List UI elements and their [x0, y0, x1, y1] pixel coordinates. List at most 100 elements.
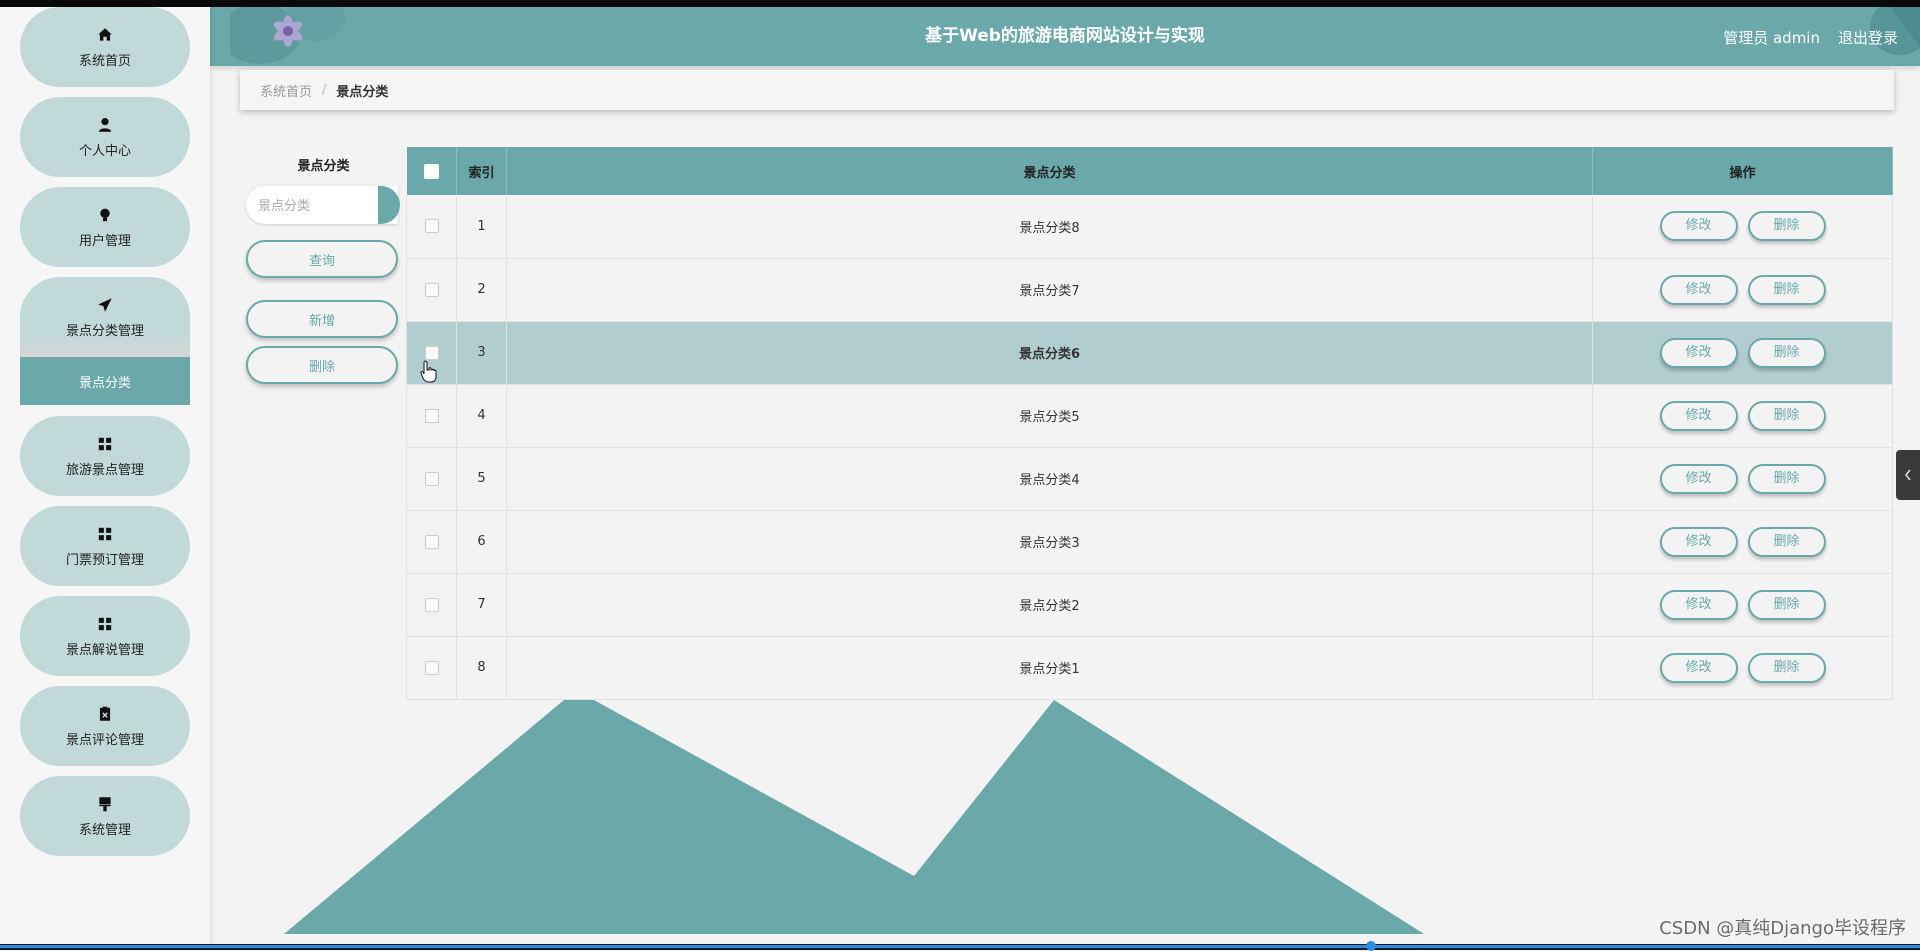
edit-button[interactable]: 修改	[1659, 274, 1738, 305]
breadcrumb-home[interactable]: 系统首页	[260, 81, 312, 100]
table-row[interactable]: 2 景点分类7 修改 删除	[406, 258, 1893, 322]
table-row[interactable]: 1 景点分类8 修改 删除	[406, 195, 1893, 259]
csdn-watermark: CSDN @真纯Django毕设程序	[1659, 918, 1906, 939]
row-name: 景点分类4	[506, 447, 1593, 511]
delete-button[interactable]: 删除	[1747, 526, 1826, 557]
sidebar-item-label: 门票预订管理	[65, 552, 144, 568]
row-checkbox[interactable]	[424, 534, 439, 549]
row-actions: 修改 删除	[1592, 258, 1893, 322]
admin-user-label: 管理员 admin	[1723, 29, 1820, 47]
window-bottom-edge	[0, 941, 1920, 951]
table-row[interactable]: 7 景点分类2 修改 删除	[406, 573, 1893, 637]
row-actions: 修改 删除	[1592, 636, 1893, 700]
collapse-panel-button[interactable]	[1896, 450, 1920, 500]
delete-button[interactable]: 删除	[1747, 274, 1826, 305]
sidebar-item-label: 景点分类管理	[65, 323, 144, 339]
row-checkbox[interactable]	[424, 282, 439, 297]
grid-icon	[98, 617, 112, 630]
edit-button[interactable]: 修改	[1659, 526, 1738, 557]
row-name: 景点分类8	[506, 195, 1593, 259]
breadcrumb-current: 景点分类	[336, 84, 389, 100]
row-name: 景点分类1	[506, 636, 1593, 700]
row-name: 景点分类2	[506, 573, 1593, 637]
select-all-cell	[406, 147, 457, 195]
table-row[interactable]: 3 景点分类6 修改 删除	[406, 321, 1893, 385]
search-label: 景点分类	[297, 159, 350, 174]
row-checkbox[interactable]	[424, 408, 439, 423]
row-index: 7	[456, 573, 507, 637]
row-checkbox[interactable]	[424, 660, 439, 675]
row-actions: 修改 删除	[1592, 573, 1893, 637]
sidebar-item-comments[interactable]: 景点评论管理	[20, 686, 190, 766]
mountain-decoration	[284, 700, 1424, 934]
edit-button[interactable]: 修改	[1659, 337, 1738, 368]
delete-button[interactable]: 删除	[1747, 589, 1826, 620]
bulk-delete-button[interactable]: 删除	[246, 346, 398, 384]
table-row[interactable]: 4 景点分类5 修改 删除	[406, 384, 1893, 448]
edit-button[interactable]: 修改	[1659, 400, 1738, 431]
sidebar-item-label: 景点解说管理	[65, 642, 144, 658]
table-row[interactable]: 5 景点分类4 修改 删除	[406, 447, 1893, 511]
edit-button[interactable]: 修改	[1659, 652, 1738, 683]
row-name: 景点分类7	[506, 258, 1593, 322]
sidebar-item-label: 系统首页	[78, 53, 131, 69]
sidebar-item-guides[interactable]: 景点解说管理	[20, 596, 190, 676]
table-row[interactable]: 8 景点分类1 修改 删除	[406, 636, 1893, 700]
row-checkbox-cell	[406, 447, 457, 511]
row-checkbox[interactable]	[424, 345, 439, 360]
chevron-left-icon	[1904, 469, 1911, 481]
progress-bar	[0, 945, 1920, 948]
row-checkbox-cell	[406, 258, 457, 322]
row-checkbox[interactable]	[424, 471, 439, 486]
sidebar: 系统首页 个人中心 用户管理 景点分类管理 景点分类 旅游景点管理 门票预订管理…	[0, 7, 210, 944]
row-actions: 修改 删除	[1592, 384, 1893, 448]
row-actions: 修改 删除	[1592, 510, 1893, 574]
top-header: 基于Web的旅游电商网站设计与实现 管理员 admin 退出登录	[210, 7, 1920, 66]
sidebar-item-home[interactable]: 系统首页	[20, 7, 190, 87]
window-top-edge	[0, 0, 1920, 7]
sidebar-item-users[interactable]: 用户管理	[20, 187, 190, 267]
delete-button[interactable]: 删除	[1747, 211, 1826, 242]
sidebar-subitem-category[interactable]: 景点分类	[20, 357, 190, 405]
home-icon	[98, 27, 112, 41]
category-table: 索引 景点分类 操作 1 景点分类8 修改 删除 2 景点分类7 修改 删除 3 景…	[406, 147, 1893, 700]
row-checkbox-cell	[406, 510, 457, 574]
search-input[interactable]	[246, 186, 398, 224]
sidebar-item-profile[interactable]: 个人中心	[20, 97, 190, 177]
edit-button[interactable]: 修改	[1659, 211, 1738, 242]
row-name: 景点分类6	[506, 321, 1593, 385]
sidebar-item-label: 用户管理	[78, 233, 131, 249]
add-button[interactable]: 新增	[246, 300, 398, 338]
edit-button[interactable]: 修改	[1659, 589, 1738, 620]
sidebar-item-system[interactable]: 系统管理	[20, 776, 190, 856]
row-actions: 修改 删除	[1592, 195, 1893, 259]
grid-icon	[98, 527, 112, 540]
row-actions: 修改 删除	[1592, 321, 1893, 385]
table-row[interactable]: 6 景点分类3 修改 删除	[406, 510, 1893, 574]
query-button[interactable]: 查询	[246, 240, 398, 278]
delete-button[interactable]: 删除	[1747, 463, 1826, 494]
table-header-row: 索引 景点分类 操作	[406, 147, 1893, 195]
row-index: 3	[456, 321, 507, 385]
delete-button[interactable]: 删除	[1747, 400, 1826, 431]
delete-button[interactable]: 删除	[1747, 337, 1826, 368]
logout-link[interactable]: 退出登录	[1838, 27, 1898, 48]
sidebar-item-attractions[interactable]: 旅游景点管理	[20, 416, 190, 496]
row-checkbox[interactable]	[424, 597, 439, 612]
row-checkbox[interactable]	[424, 219, 439, 234]
delete-button[interactable]: 删除	[1747, 652, 1826, 683]
sidebar-item-tickets[interactable]: 门票预订管理	[20, 506, 190, 586]
breadcrumb: 系统首页 / 景点分类	[240, 70, 1894, 110]
brush-icon	[99, 796, 111, 811]
row-index: 6	[456, 510, 507, 574]
row-index: 8	[456, 636, 507, 700]
edit-button[interactable]: 修改	[1659, 463, 1738, 494]
row-actions: 修改 删除	[1592, 447, 1893, 511]
sidebar-item-category-mgmt[interactable]: 景点分类管理	[20, 277, 190, 357]
hand-cursor-icon	[420, 360, 437, 383]
row-name: 景点分类3	[506, 510, 1593, 574]
row-checkbox-cell	[406, 384, 457, 448]
breadcrumb-separator: /	[322, 82, 327, 98]
select-all-checkbox[interactable]	[423, 163, 439, 179]
paper-plane-icon	[98, 297, 112, 312]
